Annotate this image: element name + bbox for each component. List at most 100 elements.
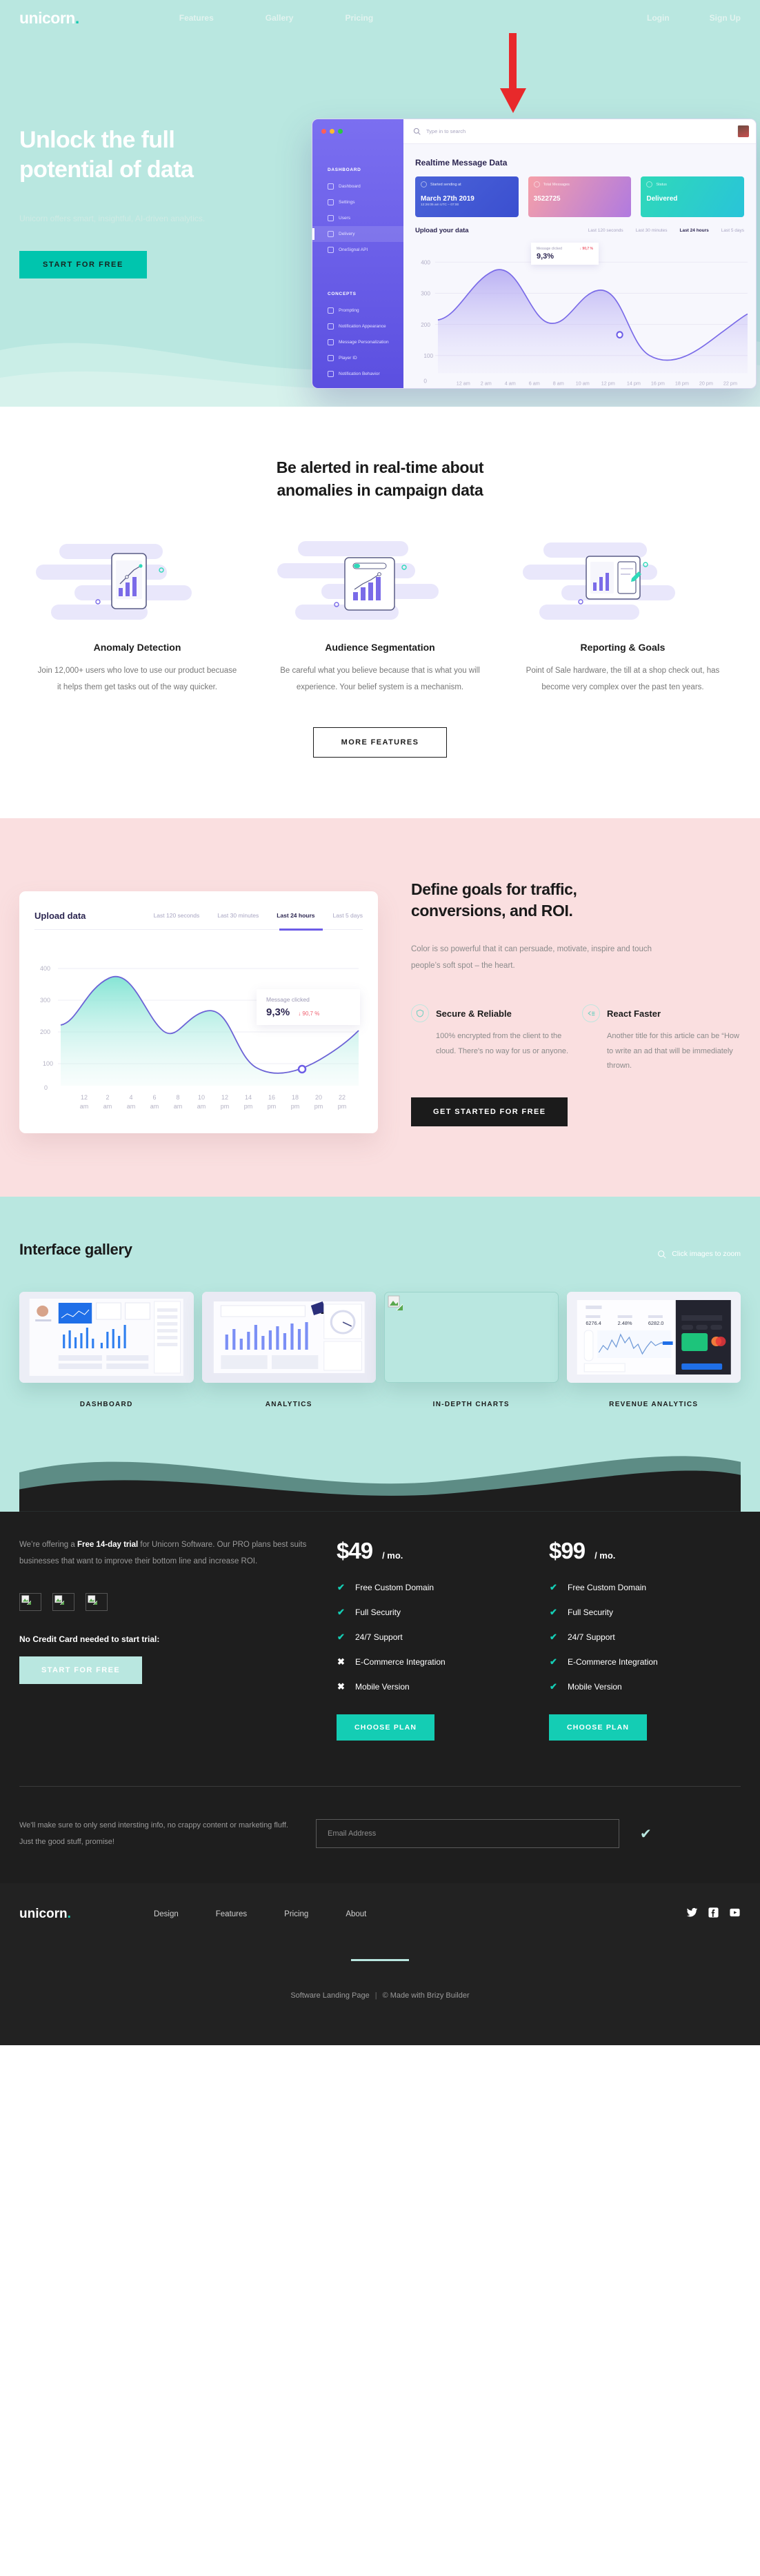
gallery-wave-divider: [19, 1456, 741, 1512]
cross-icon: ✖: [337, 1656, 345, 1667]
plan-feature-label: 24/7 Support: [568, 1632, 615, 1642]
gallery-item-analytics[interactable]: ANALYTICS: [201, 1291, 376, 1408]
goals-feature-list: Secure & Reliable 100% encrypted from th…: [411, 1004, 741, 1073]
svg-text:16: 16: [268, 1094, 275, 1101]
svg-text:pm: pm: [338, 1103, 347, 1110]
pricing-lead-bold: Free 14-day trial: [77, 1540, 139, 1549]
footer-link-features[interactable]: Features: [216, 1910, 247, 1918]
signup-link[interactable]: Sign Up: [710, 13, 741, 23]
goals-card-header: Upload data Last 120 seconds Last 30 min…: [34, 911, 363, 921]
gallery-item-dashboard[interactable]: DASHBOARD: [19, 1291, 194, 1408]
check-icon: ✔: [550, 1656, 557, 1667]
footer-link-pricing[interactable]: Pricing: [284, 1910, 308, 1918]
nav-item-gallery[interactable]: Gallery: [266, 13, 294, 23]
svg-text:6282.0: 6282.0: [648, 1321, 663, 1326]
gallery-caption: REVENUE ANALYTICS: [609, 1400, 699, 1408]
svg-text:4: 4: [129, 1094, 132, 1101]
youtube-icon[interactable]: [729, 1907, 741, 1922]
choose-plan-button-99[interactable]: CHOOSE PLAN: [549, 1714, 648, 1741]
more-features-button[interactable]: MORE FEATURES: [312, 727, 448, 758]
svg-text:200: 200: [40, 1028, 50, 1035]
analytics-screenshot[interactable]: [201, 1291, 376, 1383]
goals-tooltip-value: 9,3%: [266, 1006, 290, 1018]
gallery-caption: DASHBOARD: [79, 1400, 133, 1408]
broken-image-icon: [88, 1595, 97, 1605]
no-credit-card-label: No Credit Card needed to start trial:: [19, 1634, 160, 1645]
footer-brand-logo[interactable]: unicorn.: [19, 1907, 71, 1922]
plan-amount: $99: [549, 1537, 586, 1563]
hero-start-for-free-button[interactable]: START FOR FREE: [19, 251, 147, 279]
plan-feature-label: Mobile Version: [355, 1681, 410, 1692]
goals-tooltip-delta: ↓ 90,7 %: [298, 1010, 320, 1017]
email-input[interactable]: [316, 1819, 619, 1849]
mock-sidebar-item-notification-appearance[interactable]: Notification Appearance: [312, 318, 403, 334]
brand-logo[interactable]: unicorn.: [19, 9, 79, 28]
revenue-analytics-screenshot[interactable]: 6276.4 2.48% 6282.0: [566, 1291, 741, 1383]
footer-social-links: [686, 1907, 741, 1922]
pricing-start-for-free-button[interactable]: START FOR FREE: [19, 1656, 143, 1685]
goals-range-5d[interactable]: Last 5 days: [333, 912, 363, 919]
check-icon[interactable]: ✔: [640, 1825, 652, 1843]
twitter-icon[interactable]: [686, 1907, 698, 1922]
plan-feature: ✔ Mobile Version: [549, 1681, 741, 1692]
svg-text:100: 100: [43, 1060, 53, 1067]
plan-feature: ✔ Free Custom Domain: [549, 1582, 741, 1593]
check-icon: ✔: [550, 1581, 557, 1592]
footer-link-design[interactable]: Design: [154, 1910, 179, 1918]
hero-title-line1: Unlock the full: [19, 127, 175, 153]
svg-text:2 am: 2 am: [481, 381, 492, 387]
plan-period: / mo.: [382, 1550, 403, 1561]
goals-range-120s[interactable]: Last 120 seconds: [154, 912, 200, 919]
gallery-caption: IN-DEPTH CHARTS: [432, 1400, 510, 1408]
hero-title: Unlock the full potential of data: [19, 125, 309, 184]
footer-copyright: Software Landing Page | © Made with Brizy …: [290, 1991, 470, 2000]
svg-text:0: 0: [423, 377, 427, 384]
facebook-icon[interactable]: [708, 1907, 719, 1922]
newsletter-row: We'll make sure to only send intersting …: [19, 1787, 741, 1883]
svg-text:8: 8: [176, 1094, 179, 1101]
mock-sidebar-item-message-personalization[interactable]: Message Personalization: [312, 334, 403, 350]
dashboard-screenshot[interactable]: [19, 1291, 194, 1383]
footer-brand-dot: .: [67, 1907, 71, 1922]
plan-period: / mo.: [594, 1550, 616, 1561]
svg-text:6 am: 6 am: [529, 381, 540, 387]
svg-text:12: 12: [221, 1094, 228, 1101]
goals-paragraph: Color is so powerful that it can persuad…: [411, 945, 652, 971]
goals-feature-react-faster: React Faster Another title for this arti…: [582, 1004, 741, 1073]
mock-sidebar-item-notification-behavior[interactable]: Notification Behavior: [312, 366, 403, 382]
svg-text:am: am: [80, 1103, 89, 1110]
features-heading-line1: Be alerted in real-time about: [276, 458, 484, 476]
feature-title: Reporting & Goals: [580, 641, 666, 653]
goals-area-chart: 400 300 200 100 0 12 am 2 am 4 am 6 am 8 am 10 a…: [34, 940, 363, 1115]
goals-tooltip-label: Message clicked: [266, 995, 310, 1003]
svg-text:400: 400: [40, 965, 50, 972]
broken-image-placeholder[interactable]: [384, 1291, 559, 1383]
mock-sidebar-item-player-id[interactable]: Player ID: [312, 350, 403, 366]
plan-feature: ✔ 24/7 Support: [337, 1632, 528, 1643]
mock-sidebar-label: Notification Appearance: [339, 324, 386, 329]
gallery-item-revenue-analytics[interactable]: 6276.4 2.48% 6282.0 REVENUE ANALYTICS: [566, 1291, 741, 1408]
svg-text:12: 12: [81, 1094, 88, 1101]
login-link[interactable]: Login: [647, 13, 670, 23]
choose-plan-button-49[interactable]: CHOOSE PLAN: [337, 1714, 435, 1741]
goals-heading: Define goals for traffic, conversions, a…: [411, 879, 741, 922]
get-started-for-free-button[interactable]: GET STARTED FOR FREE: [411, 1097, 568, 1126]
svg-text:300: 300: [40, 997, 50, 1004]
goals-range-24h[interactable]: Last 24 hours: [277, 912, 314, 919]
svg-text:pm: pm: [221, 1103, 230, 1110]
feature-title: Audience Segmentation: [325, 641, 435, 653]
goals-range-30m[interactable]: Last 30 minutes: [217, 912, 259, 919]
gallery-grid: DASHBOARD ANALYTICS IN-DEPTH CHARTS 6276…: [19, 1291, 741, 1408]
footer-link-about[interactable]: About: [346, 1910, 366, 1918]
mock-sidebar-item-prompting[interactable]: Prompting: [312, 303, 403, 318]
gallery-header: Interface gallery Click images to zoom: [19, 1241, 741, 1259]
nav-item-features[interactable]: Features: [179, 13, 214, 23]
newsletter-section: We'll make sure to only send intersting …: [0, 1740, 760, 1884]
plan-feature: ✖ Mobile Version: [337, 1681, 528, 1692]
broken-image-icon: [21, 1595, 31, 1605]
nav-item-pricing[interactable]: Pricing: [345, 13, 373, 23]
gallery-item-in-depth-charts[interactable]: IN-DEPTH CHARTS: [384, 1291, 559, 1408]
svg-text:pm: pm: [244, 1103, 253, 1110]
gallery-caption: ANALYTICS: [265, 1400, 312, 1408]
mock-sidebar-section-concepts: CONCEPTS: [328, 292, 357, 296]
